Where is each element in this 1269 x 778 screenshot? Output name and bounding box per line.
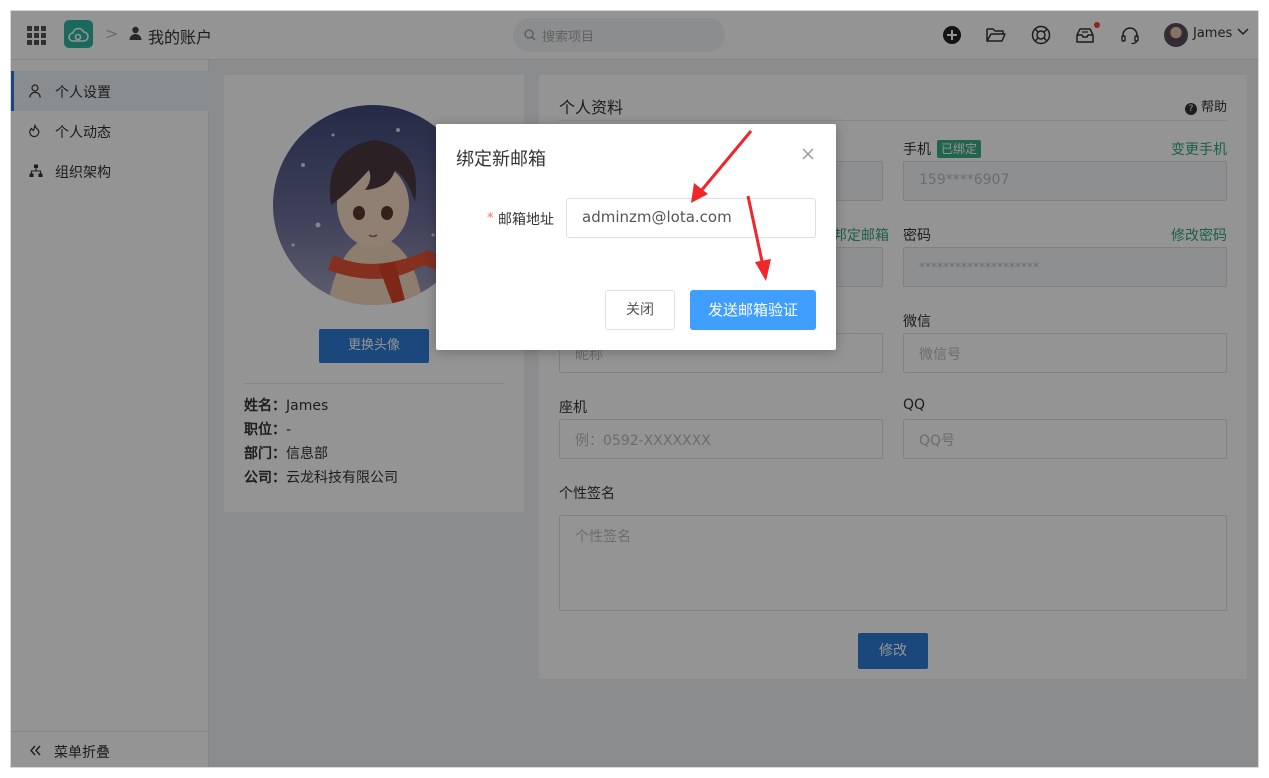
app-window: > 我的账户 搜索项目 James 个人设置 个人动态 组织架构 菜单折叠 更换…: [10, 10, 1259, 768]
arrow-to-email-input: [691, 130, 753, 203]
annotation-arrows: [691, 130, 771, 281]
arrow-to-send-button: [746, 195, 771, 281]
